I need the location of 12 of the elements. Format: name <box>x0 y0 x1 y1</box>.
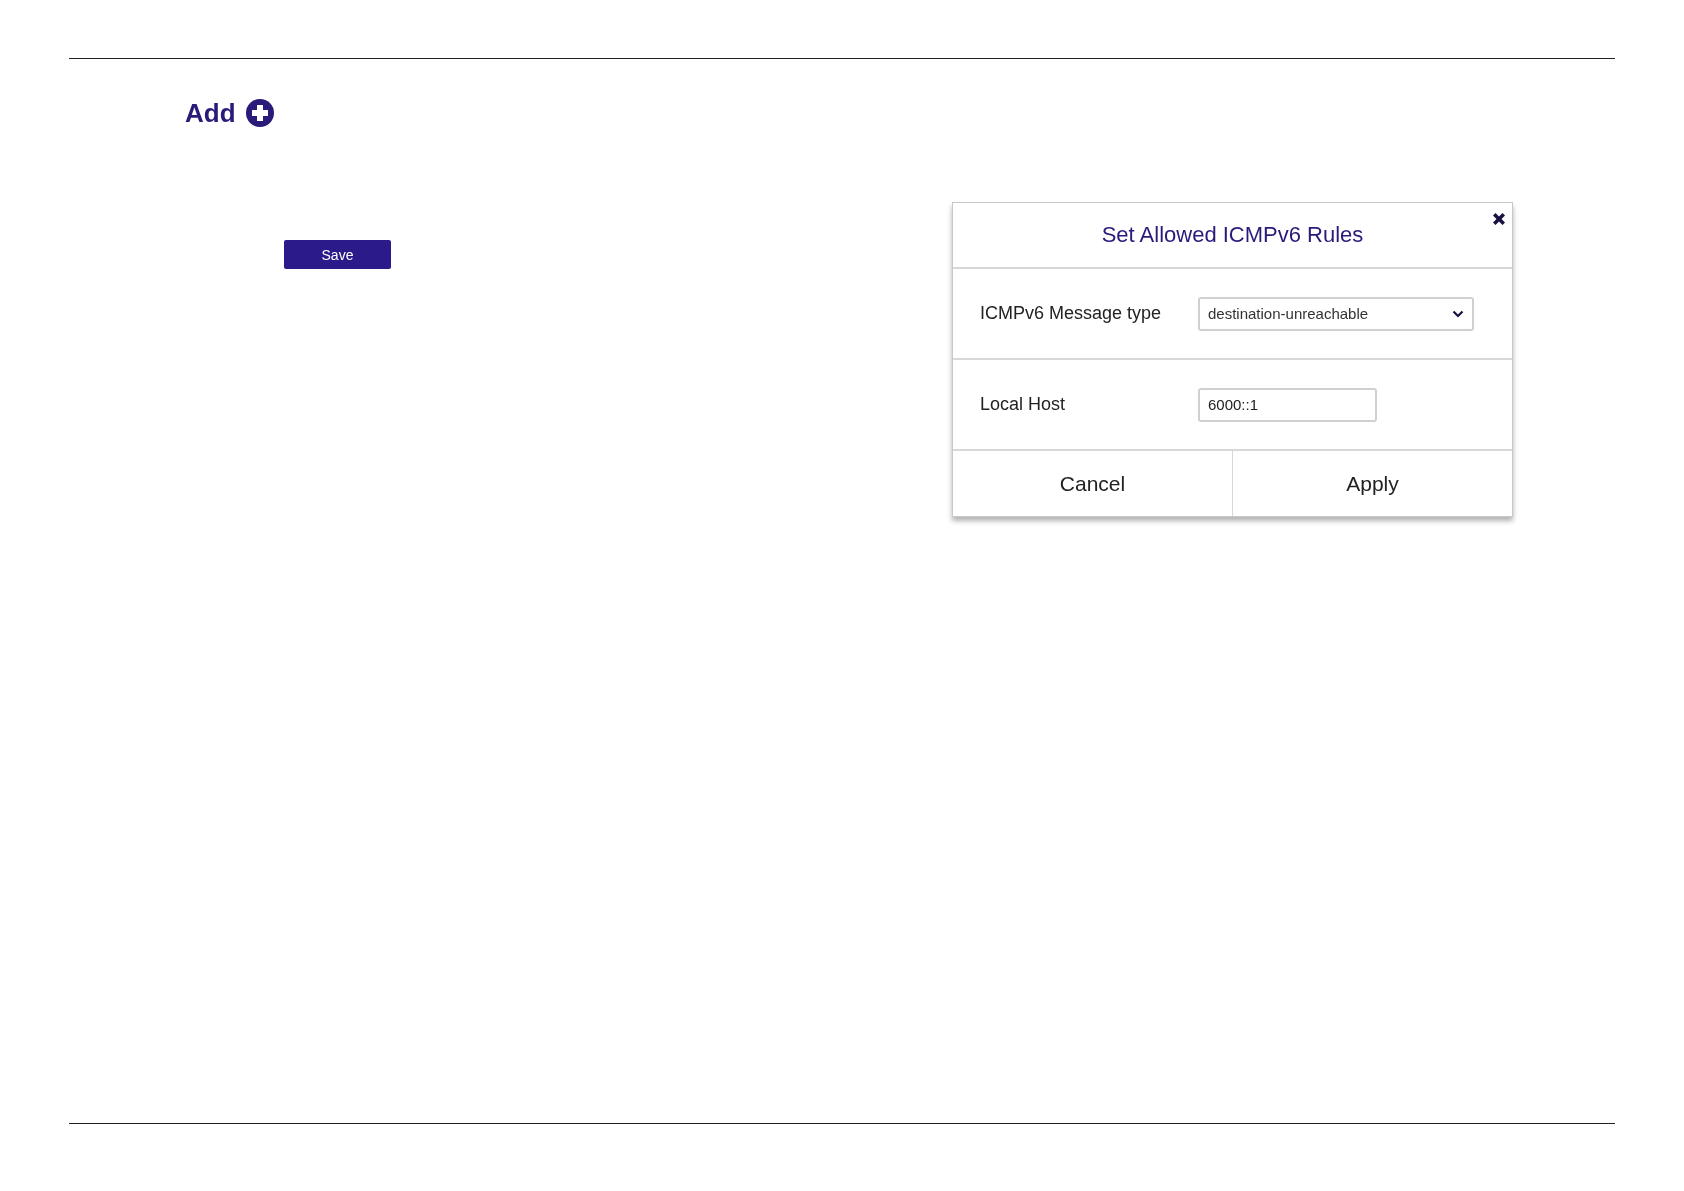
save-button[interactable]: Save <box>284 240 391 269</box>
add-button[interactable]: Add <box>185 97 236 129</box>
local-host-input[interactable]: 6000::1 <box>1198 387 1377 422</box>
add-icon[interactable] <box>245 99 274 127</box>
message-type-dropdown[interactable]: destination-unreachable <box>1198 296 1474 331</box>
field-label: Local Host <box>980 394 1067 415</box>
chevron-down-icon <box>1452 309 1464 318</box>
dialog-button[interactable]: Apply <box>1232 451 1512 516</box>
close-icon[interactable] <box>1491 211 1507 227</box>
field-label: ICMPv6 Message type <box>980 303 1163 324</box>
dialog-title: Set Allowed ICMPv6 Rules <box>1101 222 1364 248</box>
dialog-button[interactable]: Cancel <box>953 451 1232 516</box>
